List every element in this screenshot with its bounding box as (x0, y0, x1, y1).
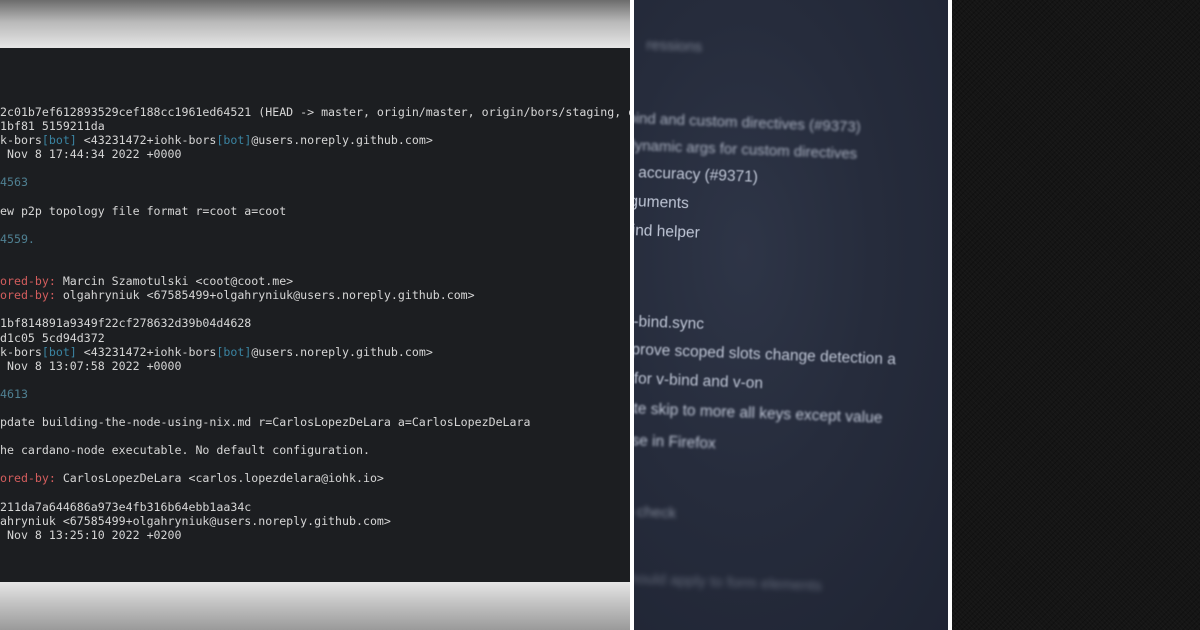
terminal-line: he cardano-node executable. No default c… (0, 443, 630, 457)
terminal-text: <43231472+iohk-bors (76, 133, 217, 148)
photo-line: n accuracy (#9371) (634, 163, 759, 186)
terminal-text: 2c01b7ef612893529cef188cc1961ed64521 (HE… (0, 105, 630, 119)
photo-line: ressions (645, 36, 703, 56)
terminal-line: ew p2p topology file format r=coot a=coo… (0, 204, 630, 218)
terminal-line: 4613 (0, 387, 630, 401)
photo-line: bind and custom directives (#9373) (634, 109, 862, 136)
terminal-line: ored-by: Marcin Szamotulski <coot@coot.m… (0, 274, 630, 288)
terminal-line: 211da7a644686a973e4fb316b64ebb1aa34c (0, 500, 630, 514)
terminal-line: ored-by: CarlosLopezDeLara <carlos.lopez… (0, 471, 630, 485)
terminal-line: Nov 8 13:07:58 2022 +0000 (0, 359, 630, 373)
terminal-line: 4559. (0, 232, 630, 246)
terminal-text: @users.noreply.github.com> (251, 344, 433, 359)
terminal-text: ahryniuk <67585499+olgahryniuk@users.nor… (0, 513, 391, 528)
terminal-text: ew p2p topology file format r=coot a=coo… (0, 203, 287, 218)
photo-line: mprove scoped slots change detection a (634, 340, 897, 369)
terminal-text: ored-by: (0, 471, 56, 486)
terminal-text: @users.noreply.github.com> (251, 133, 433, 148)
code-photo-panel: ressions bind and custom directives (#93… (634, 0, 948, 630)
photo-line: p check (634, 503, 677, 522)
photo-line: case in Firefox (634, 431, 717, 453)
git-log-output: 2c01b7ef612893529cef188cc1961ed64521 (HE… (0, 105, 630, 542)
photo-line: dynamic args for custom directives (634, 136, 858, 163)
terminal-line: 2c01b7ef612893529cef188cc1961ed64521 (HE… (0, 105, 630, 119)
photo-line: ts for v-bind and v-on (634, 370, 764, 393)
terminal-text: 4563 (0, 175, 28, 190)
terminal-text: [bot] (41, 344, 77, 359)
terminal-text: olgahryniuk <67585499+olgahryniuk@users.… (55, 288, 475, 303)
terminal-text: k-bors (0, 344, 42, 359)
terminal-text: k-bors (0, 133, 42, 148)
terminal-line: Nov 8 13:25:10 2022 +0200 (0, 528, 630, 542)
blurred-changelog: ressions bind and custom directives (#93… (634, 0, 948, 630)
terminal-text: 1bf814891a9349f22cf278632d39b04d4628 (0, 316, 252, 331)
terminal-line: k-bors[bot] <43231472+iohk-bors[bot]@use… (0, 345, 630, 359)
terminal-line: 1bf814891a9349f22cf278632d39b04d4628 (0, 316, 630, 330)
terminal-text: d1c05 5cd94d372 (0, 330, 105, 345)
terminal-line: 1bf81 5159211da (0, 119, 630, 133)
terminal-text: Nov 8 13:07:58 2022 +0000 (0, 358, 182, 373)
terminal-line: pdate building-the-node-using-nix.md r=C… (0, 415, 630, 429)
terminal-window: 2c01b7ef612893529cef188cc1961ed64521 (HE… (0, 48, 630, 582)
terminal-text: Marcin Szamotulski <coot@coot.me> (55, 274, 294, 289)
terminal-text: ored-by: (0, 274, 56, 289)
photo-line: bind helper (634, 221, 701, 242)
terminal-text: ored-by: (0, 288, 56, 303)
terminal-text: 4559. (0, 231, 35, 246)
terminal-line: ored-by: olgahryniuk <67585499+olgahryni… (0, 288, 630, 302)
terminal-line: d1c05 5cd94d372 (0, 331, 630, 345)
terminal-text: 211da7a644686a973e4fb316b64ebb1aa34c (0, 499, 252, 514)
terminal-text: 1bf81 5159211da (0, 119, 105, 134)
terminal-text: Nov 8 17:44:34 2022 +0000 (0, 147, 182, 162)
photo-line: date skip to more all keys except value (634, 399, 883, 427)
collage: 2c01b7ef612893529cef188cc1961ed64521 (HE… (0, 0, 1200, 630)
photo-line: v-bind.sync (634, 312, 705, 333)
terminal-text: <43231472+iohk-bors (76, 344, 217, 359)
terminal-line: ahryniuk <67585499+olgahryniuk@users.nor… (0, 514, 630, 528)
terminal-line: k-bors[bot] <43231472+iohk-bors[bot]@use… (0, 133, 630, 147)
terminal-line: 4563 (0, 175, 630, 189)
terminal-text: [bot] (41, 133, 77, 148)
photo-line: rguments (634, 192, 690, 213)
terminal-text: Nov 8 13:25:10 2022 +0200 (0, 527, 182, 542)
terminal-line: Nov 8 17:44:34 2022 +0000 (0, 147, 630, 161)
photo-line: should apply to form elements (634, 569, 823, 595)
terminal-text: CarlosLopezDeLara <carlos.lopezdelara@io… (55, 471, 384, 486)
terminal-text: [bot] (216, 344, 252, 359)
terminal-text: pdate building-the-node-using-nix.md r=C… (0, 415, 531, 430)
terminal-text: 4613 (0, 386, 28, 401)
terminal-text: [bot] (216, 133, 252, 148)
dark-texture-panel (952, 0, 1200, 630)
terminal-text: he cardano-node executable. No default c… (0, 443, 370, 458)
terminal-screenshot-panel: 2c01b7ef612893529cef188cc1961ed64521 (HE… (0, 0, 630, 630)
